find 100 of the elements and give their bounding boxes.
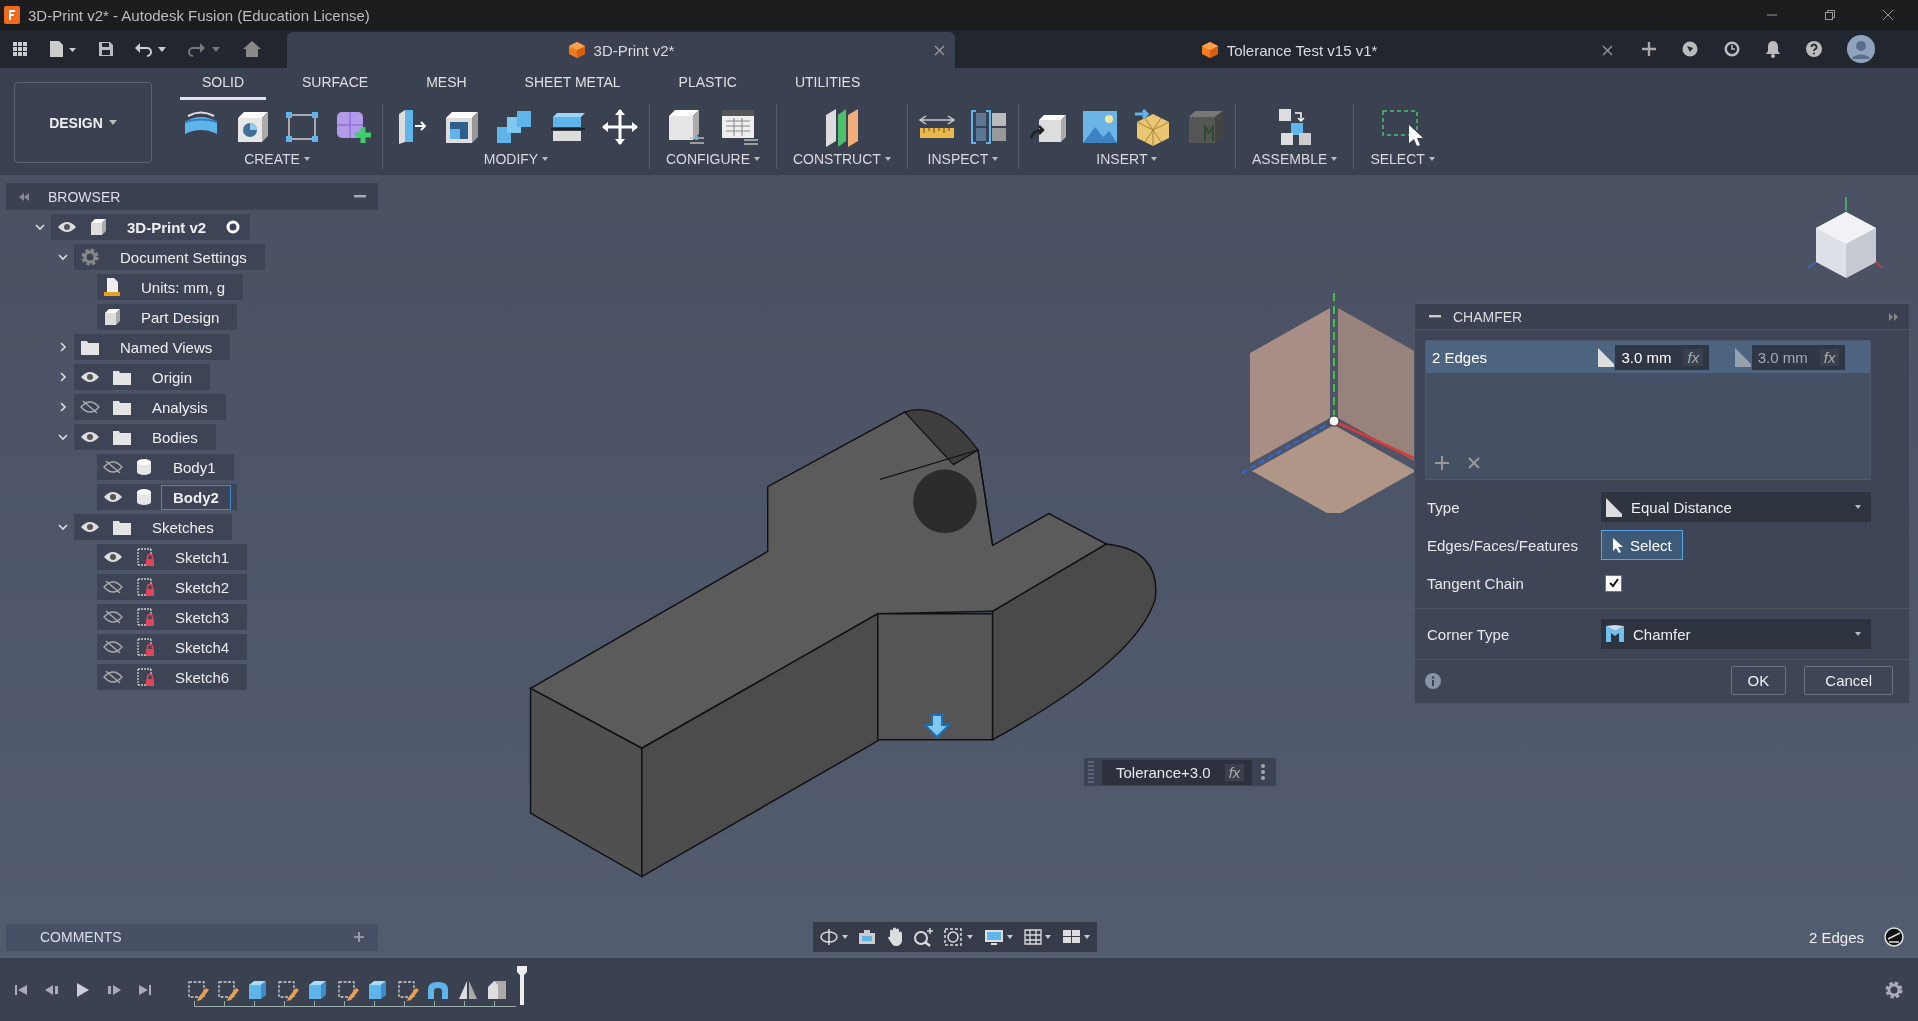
ribbon-group-menu[interactable]: SELECT xyxy=(1364,149,1441,169)
drag-arrow-icon[interactable] xyxy=(923,713,951,739)
app-grid-icon[interactable] xyxy=(12,41,28,57)
close-icon[interactable] xyxy=(934,45,945,56)
ribbon-group-menu[interactable]: MODIFY xyxy=(477,149,555,169)
browser-item[interactable]: Part Design xyxy=(97,304,238,330)
fit-view-icon[interactable] xyxy=(943,927,975,947)
home-icon[interactable] xyxy=(242,40,262,58)
settings-icon[interactable] xyxy=(1884,979,1904,1000)
browser-item[interactable]: Body1 xyxy=(97,454,234,480)
ribbon-group-menu[interactable]: CONFIGURE xyxy=(660,149,766,169)
ribbon-tab[interactable]: SOLID xyxy=(180,74,266,100)
play-icon[interactable] xyxy=(76,981,90,998)
workspace-dropdown[interactable]: DESIGN xyxy=(14,82,152,163)
active-component-icon[interactable] xyxy=(226,220,241,234)
browser-item[interactable]: Sketch3 xyxy=(97,604,248,630)
eye-slash-icon[interactable] xyxy=(103,670,123,684)
bell-icon[interactable] xyxy=(1765,40,1781,58)
cube-parameters-icon[interactable] xyxy=(666,107,706,146)
ribbon-group-menu[interactable]: CREATE xyxy=(238,149,316,169)
document-tab[interactable]: Tolerance Test v15 v1* xyxy=(955,32,1623,68)
browser-item[interactable]: Bodies xyxy=(74,424,216,450)
zoom-icon[interactable] xyxy=(913,927,935,947)
eye-slash-icon[interactable] xyxy=(103,610,123,624)
eye-icon[interactable] xyxy=(80,370,100,384)
sketch-feature-icon[interactable] xyxy=(216,978,240,1001)
restore-icon[interactable] xyxy=(1824,9,1836,21)
chevron-down-icon[interactable] xyxy=(56,431,69,443)
more-options-icon[interactable] xyxy=(1260,763,1267,781)
eye-icon[interactable] xyxy=(103,490,123,504)
section-analysis-icon[interactable] xyxy=(969,108,1008,145)
eye-slash-icon[interactable] xyxy=(103,640,123,654)
browser-item[interactable]: Body2 xyxy=(97,484,237,510)
dropdown[interactable]: Chamfer xyxy=(1601,619,1871,649)
save-icon[interactable] xyxy=(98,41,114,57)
browser-item[interactable]: Sketch2 xyxy=(97,574,248,600)
new-tab-icon[interactable] xyxy=(1641,41,1657,57)
avatar-icon[interactable] xyxy=(1847,35,1875,63)
extensions-icon[interactable] xyxy=(1681,40,1699,58)
ribbon-group-menu[interactable]: CONSTRUCT xyxy=(787,149,897,169)
browser-item[interactable]: Sketch6 xyxy=(97,664,248,690)
sketch-feature-icon[interactable] xyxy=(186,978,210,1001)
minimize-icon[interactable] xyxy=(354,194,366,199)
sketch-feature-icon[interactable] xyxy=(336,978,360,1001)
ribbon-group-menu[interactable]: ASSEMBLE xyxy=(1245,149,1344,169)
grip-handle[interactable] xyxy=(1088,761,1094,783)
camera-icon[interactable] xyxy=(857,928,877,946)
ribbon-tab[interactable]: MESH xyxy=(404,74,489,100)
file-icon[interactable] xyxy=(48,40,78,58)
close-icon[interactable] xyxy=(1602,45,1613,56)
undo-icon[interactable] xyxy=(134,41,168,57)
eye-icon[interactable] xyxy=(57,220,77,234)
dialog-button[interactable]: OK xyxy=(1730,666,1787,695)
ribbon-group-menu[interactable]: INSERT xyxy=(1090,149,1164,169)
browser-item[interactable]: Sketch1 xyxy=(97,544,248,570)
measure-gauge-icon[interactable] xyxy=(1884,927,1904,947)
skip-to-start-icon[interactable] xyxy=(14,982,28,997)
image-icon[interactable] xyxy=(1080,108,1119,145)
timeline-marker[interactable] xyxy=(516,964,528,1005)
grid-icon[interactable] xyxy=(1023,927,1053,947)
info-icon[interactable] xyxy=(1425,672,1441,689)
orbit-icon[interactable] xyxy=(819,927,849,947)
skip-to-end-icon[interactable] xyxy=(138,982,152,997)
help-icon[interactable] xyxy=(1805,40,1823,58)
ribbon-tab[interactable]: PLASTIC xyxy=(656,74,759,100)
checkbox[interactable] xyxy=(1605,574,1622,592)
collapse-panel-icon[interactable] xyxy=(18,191,30,202)
sketch-feature-icon[interactable] xyxy=(396,978,420,1001)
ribbon-tab[interactable]: UTILITIES xyxy=(772,74,883,100)
select-button[interactable]: Select xyxy=(1601,530,1683,560)
expand-icon[interactable] xyxy=(1889,312,1899,321)
table-icon[interactable] xyxy=(720,107,760,146)
ribbon-tab[interactable]: SHEET METAL xyxy=(502,74,643,100)
step-forward-icon[interactable] xyxy=(106,982,122,997)
hand-pan-icon[interactable] xyxy=(885,927,905,947)
browser-item[interactable]: Named Views xyxy=(74,334,231,360)
move-icon[interactable] xyxy=(601,107,639,146)
dropdown[interactable]: Equal Distance xyxy=(1601,492,1871,522)
browser-item[interactable]: Sketch4 xyxy=(97,634,248,660)
ribbon-group-menu[interactable]: INSPECT xyxy=(921,149,1005,169)
browser-item[interactable]: Origin xyxy=(74,364,210,390)
collapse-icon[interactable] xyxy=(1429,314,1441,319)
eye-icon[interactable] xyxy=(80,520,100,534)
eye-slash-icon[interactable] xyxy=(80,400,100,414)
ribbon-tab[interactable]: SURFACE xyxy=(280,74,391,100)
chevron-down-icon[interactable] xyxy=(33,221,46,233)
close-icon[interactable] xyxy=(1882,9,1894,21)
browser-item[interactable]: Analysis xyxy=(74,394,226,420)
add-icon[interactable] xyxy=(1434,455,1450,471)
eye-icon[interactable] xyxy=(80,430,100,444)
browser-item[interactable]: 3D-Print v2 xyxy=(51,214,251,240)
job-status-icon[interactable] xyxy=(1723,40,1741,58)
chevron-down-icon[interactable] xyxy=(56,251,69,263)
distance-input[interactable]: Tolerance+3.0 fx xyxy=(1102,759,1253,785)
remove-icon[interactable] xyxy=(1468,457,1480,469)
sketch-feature-icon[interactable] xyxy=(276,978,300,1001)
sketch-icon[interactable] xyxy=(284,109,320,144)
eye-icon[interactable] xyxy=(103,550,123,564)
document-tab[interactable]: 3D-Print v2* xyxy=(287,32,955,68)
distance-field[interactable]: 3.0 mm fx xyxy=(1615,344,1710,370)
